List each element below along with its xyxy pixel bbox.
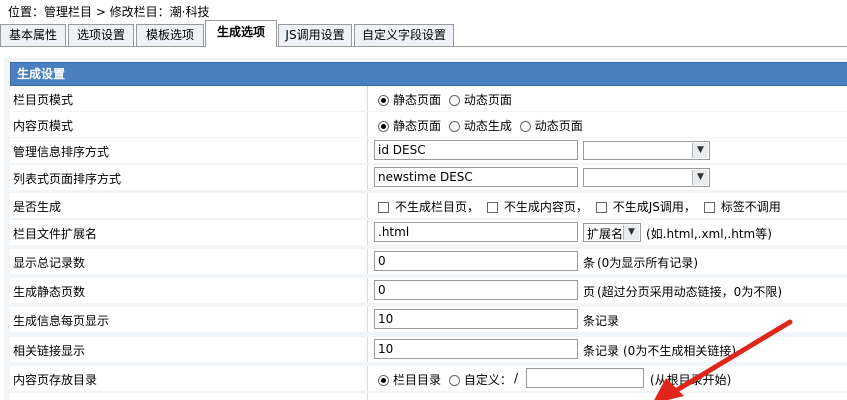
divider (367, 249, 368, 274)
row-label: 栏目文件扩展名 (13, 227, 98, 241)
path-slash: / (514, 371, 519, 385)
row-label: 生成信息每页显示 (13, 314, 110, 328)
tab-options[interactable]: 选项设置 (68, 24, 134, 46)
extension-select[interactable]: 扩展名 ▼ (583, 223, 641, 242)
checkbox-label: 不生成内容页， (503, 200, 588, 214)
checkbox-no-list[interactable] (378, 202, 389, 213)
radio-static[interactable] (378, 121, 389, 132)
radio-dynamic[interactable] (448, 95, 460, 106)
related-links-input[interactable]: 10 (374, 339, 578, 359)
row-label: 生成静态页数 (13, 285, 86, 299)
divider (367, 278, 368, 303)
row-admin-sort: 管理信息排序方式 id DESC ▼ (10, 138, 847, 163)
checkbox-no-content[interactable] (486, 202, 498, 213)
divider (367, 112, 368, 137)
row-label: 内容页存放目录 (13, 373, 98, 387)
checkbox-label: 不生成栏目页， (395, 200, 480, 214)
row-total-records: 显示总记录数 0 条 (0为显示所有记录) (10, 249, 847, 274)
radio-dynamic[interactable] (519, 121, 531, 132)
total-unit: 条 (583, 256, 596, 270)
row-storage-dir: 内容页存放目录 栏目目录 自定义： / (从根目录开始) (10, 366, 847, 391)
static-pages-unit: 页 (583, 285, 596, 299)
row-per-page: 生成信息每页显示 10 条记录 (10, 307, 847, 332)
radio-dynamic-generate[interactable] (448, 121, 460, 132)
divider (367, 337, 368, 362)
divider (367, 193, 368, 218)
tab-js[interactable]: JS调用设置 (278, 24, 352, 46)
tab-custom-fields[interactable]: 自定义字段设置 (354, 24, 454, 46)
divider (367, 366, 368, 391)
per-page-input[interactable]: 10 (374, 309, 578, 329)
radio-label: 栏目目录 (393, 373, 442, 387)
static-pages-input[interactable]: 0 (374, 280, 578, 300)
row-label: 栏目页模式 (13, 93, 74, 107)
breadcrumb: 位置：管理栏目 > 修改栏目：潮·科技 (8, 5, 210, 19)
row-label: 内容页模式 (13, 119, 74, 133)
related-unit: 条记录 (583, 344, 620, 358)
select-value: 扩展名 (587, 227, 624, 241)
checkbox-label: 不生成JS调用， (612, 200, 696, 214)
static-pages-hint: (超过分页采用动态链接，0为不限) (597, 285, 782, 299)
radio-label: 静态页面 (393, 119, 442, 133)
checkbox-no-js[interactable] (595, 202, 607, 213)
radio-custom-dir[interactable] (448, 375, 460, 386)
extension-input[interactable]: .html (374, 222, 578, 242)
list-sort-input[interactable]: newstime DESC (374, 167, 578, 187)
storage-hint: (从根目录开始) (650, 373, 732, 387)
admin-sort-select[interactable]: ▼ (583, 141, 710, 160)
row-label: 列表式页面排序方式 (13, 172, 122, 186)
chevron-down-icon: ▼ (623, 225, 639, 240)
row-label: 是否生成 (13, 200, 62, 214)
divider (367, 138, 368, 163)
row-label: 相关链接显示 (13, 344, 86, 358)
radio-label: 动态页面 (534, 119, 583, 133)
tab-bar: 基本属性 选项设置 模板选项 生成选项 JS调用设置 自定义字段设置 (0, 20, 847, 47)
divider (367, 393, 368, 400)
settings-panel: 生成设置 栏目页模式 静态页面 动态页面 内容页模式 静态页面 动态生成 动态页… (4, 58, 847, 400)
divider (367, 165, 368, 190)
total-hint: (0为显示所有记录) (597, 256, 698, 270)
radio-label: 动态生成 (463, 119, 512, 133)
tab-basic[interactable]: 基本属性 (0, 24, 66, 46)
related-hint: (0为不生成相关链接) (623, 344, 736, 358)
radio-static[interactable] (378, 95, 389, 106)
row-next-partial (10, 393, 847, 400)
row-content-page-mode: 内容页模式 静态页面 动态生成 动态页面 (10, 112, 847, 137)
divider (367, 220, 368, 245)
total-records-input[interactable]: 0 (374, 251, 578, 271)
row-label: 管理信息排序方式 (13, 145, 110, 159)
tab-generate[interactable]: 生成选项 (205, 20, 277, 47)
radio-label: 动态页面 (463, 93, 512, 107)
divider (367, 307, 368, 332)
chevron-down-icon: ▼ (692, 170, 708, 185)
custom-dir-input[interactable] (526, 368, 644, 388)
chevron-down-icon: ▼ (692, 143, 708, 158)
row-label: 显示总记录数 (13, 256, 86, 270)
row-static-pages: 生成静态页数 0 页 (超过分页采用动态链接，0为不限) (10, 278, 847, 303)
row-generate: 是否生成 不生成栏目页， 不生成内容页， 不生成JS调用， 标签不调用 (10, 193, 847, 218)
radio-column-dir[interactable] (378, 375, 389, 386)
extension-hint: (如.html,.xml,.htm等) (646, 227, 772, 241)
checkbox-no-tag[interactable] (703, 202, 715, 213)
admin-sort-input[interactable]: id DESC (374, 140, 578, 160)
checkbox-label: 标签不调用 (720, 200, 781, 214)
row-extension: 栏目文件扩展名 .html 扩展名 ▼ (如.html,.xml,.htm等) (10, 220, 847, 245)
tab-templates[interactable]: 模板选项 (136, 24, 204, 46)
radio-label: 静态页面 (393, 93, 442, 107)
divider (367, 86, 368, 111)
section-title: 生成设置 (10, 62, 847, 86)
row-list-sort: 列表式页面排序方式 newstime DESC ▼ (10, 165, 847, 190)
row-list-page-mode: 栏目页模式 静态页面 动态页面 (10, 86, 847, 111)
row-related-links: 相关链接显示 10 条记录 (0为不生成相关链接) (10, 337, 847, 362)
per-page-unit: 条记录 (583, 314, 620, 328)
radio-label: 自定义： (463, 373, 512, 387)
list-sort-select[interactable]: ▼ (583, 168, 710, 187)
